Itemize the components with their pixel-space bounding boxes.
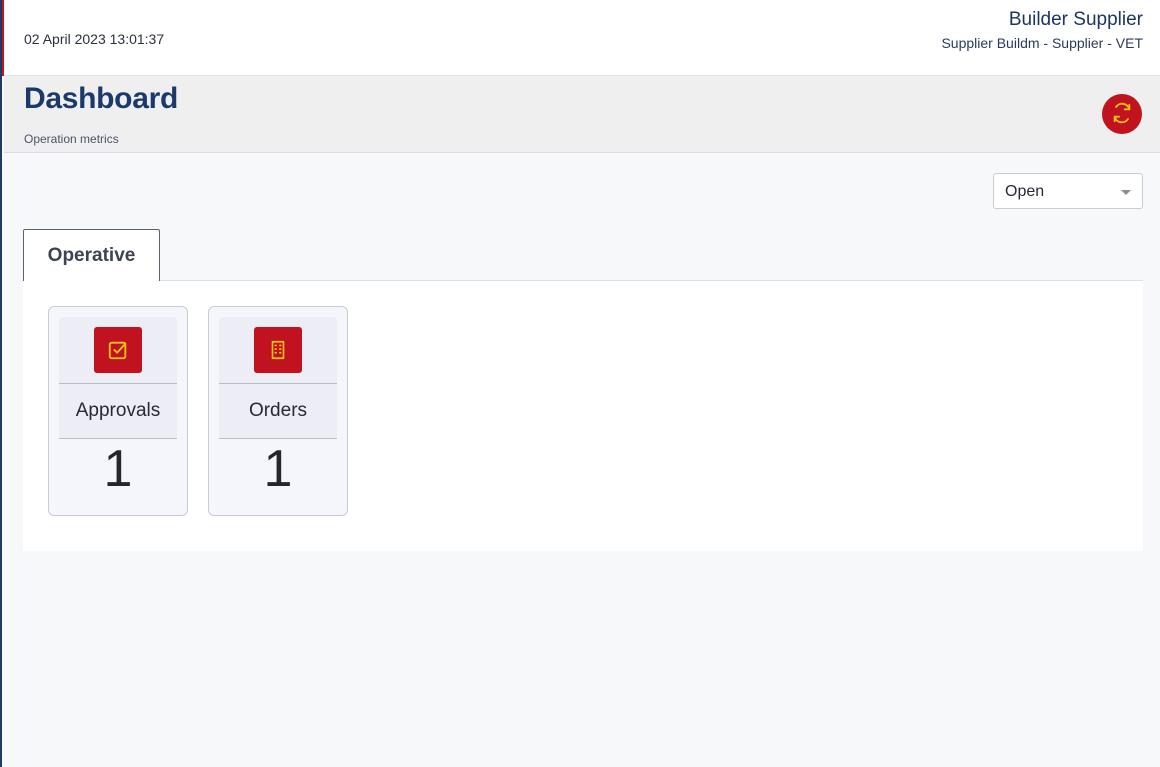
approvals-card[interactable]: Approvals 1 (48, 306, 188, 516)
card-count: 1 (263, 440, 293, 498)
status-filter-select[interactable]: Open (993, 173, 1143, 209)
card-header: Approvals (59, 317, 177, 439)
page-subtitle: Operation metrics (24, 132, 119, 146)
page-title: Dashboard (24, 82, 178, 115)
app-frame: 02 April 2023 13:01:37 Builder Supplier … (0, 0, 1160, 767)
card-count: 1 (103, 440, 133, 498)
refresh-icon (1111, 102, 1133, 127)
building-icon (254, 327, 302, 373)
current-datetime: 02 April 2023 13:01:37 (24, 31, 165, 47)
page-header: Dashboard Operation metrics (4, 76, 1160, 153)
card-header: Orders (219, 317, 337, 439)
checkbox-icon (94, 327, 142, 373)
status-filter-value: Open (1005, 183, 1045, 200)
tab-operative[interactable]: Operative (23, 229, 160, 281)
refresh-button[interactable] (1102, 94, 1142, 134)
orders-card[interactable]: Orders 1 (208, 306, 348, 516)
user-name[interactable]: Builder Supplier (941, 9, 1143, 31)
card-label: Orders (248, 399, 308, 421)
user-role: Supplier Buildm - Supplier - VET (941, 35, 1143, 51)
top-header: 02 April 2023 13:01:37 Builder Supplier … (4, 0, 1160, 76)
chevron-down-icon (1121, 190, 1131, 195)
card-label: Approvals (75, 399, 161, 421)
tab-panel (23, 281, 1143, 551)
user-info[interactable]: Builder Supplier Supplier Buildm - Suppl… (941, 9, 1143, 52)
